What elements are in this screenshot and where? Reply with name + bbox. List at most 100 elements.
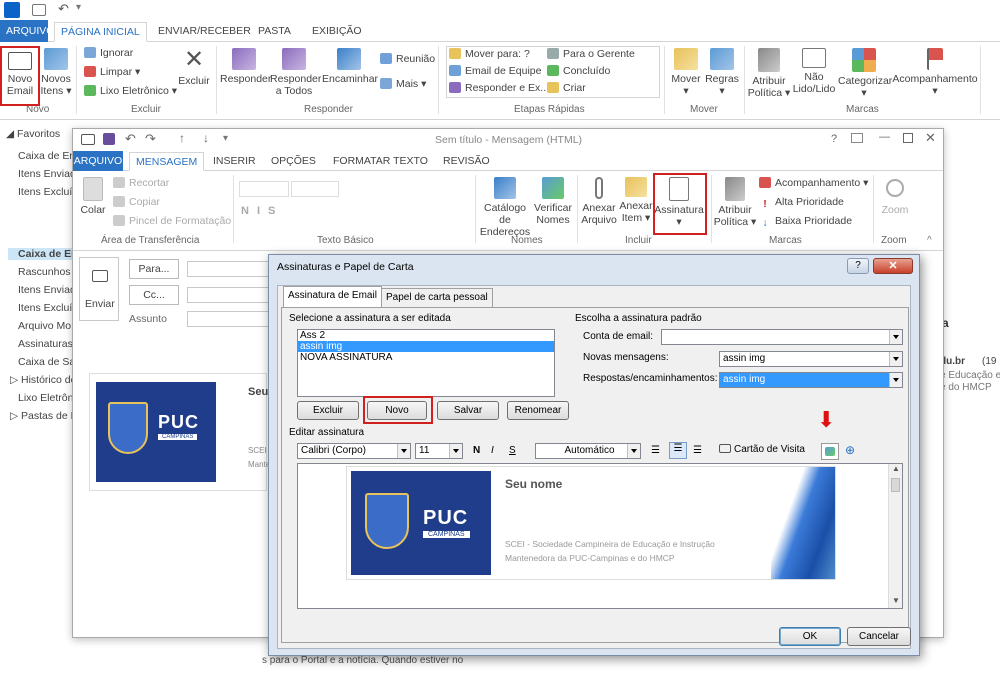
help-button[interactable]: ? (847, 258, 869, 274)
tab-papel-carta[interactable]: Papel de carta pessoal (381, 288, 493, 307)
categorizar-button[interactable]: Categorizar ▾ (838, 48, 892, 99)
catalogo-button[interactable]: Catálogo de Endereços (477, 177, 533, 238)
nav-item[interactable]: Assinaturas (18, 338, 73, 350)
atribuir-politica-button[interactable]: Atribuir Política ▾ (713, 177, 757, 228)
quick-step-email-equipe[interactable]: Email de Equipe (449, 63, 541, 79)
to-field[interactable] (187, 261, 273, 277)
recortar-button[interactable]: Recortar (113, 175, 169, 191)
tab-pagina-inicial[interactable]: PÁGINA INICIAL (54, 22, 147, 42)
undo-icon[interactable]: ↶ (125, 131, 136, 147)
tab-arquivo[interactable]: ARQUIVO (73, 151, 123, 171)
alta-prioridade-button[interactable]: ! Alta Prioridade (759, 194, 844, 210)
format-buttons[interactable]: NIS (241, 205, 283, 217)
signature-editor[interactable]: PUC CAMPINAS Seu nome SCEI - Sociedade C… (297, 463, 903, 609)
nav-item[interactable]: Caixa de Ent (18, 150, 78, 162)
tab-opcoes[interactable]: OPÇÕES (265, 152, 322, 171)
maximize-icon[interactable] (903, 133, 913, 143)
bold-button[interactable]: N (473, 445, 480, 456)
lixo-eletronico-button[interactable]: Lixo Eletrônico ▾ (84, 83, 177, 99)
quick-step-concluido[interactable]: Concluído (547, 63, 610, 79)
editor-scrollbar[interactable]: ▲ ▼ (888, 464, 902, 608)
tab-formatar-texto[interactable]: FORMATAR TEXTO (327, 152, 434, 171)
mover-button[interactable]: Mover ▾ (668, 48, 704, 97)
help-icon[interactable]: ? (831, 133, 837, 145)
pincel-button[interactable]: Pincel de Formatação (113, 213, 231, 229)
favoritos-header[interactable]: ◢ Favoritos (6, 128, 60, 140)
font-combo[interactable] (239, 181, 289, 197)
enviar-button[interactable]: Enviar (79, 257, 119, 321)
align-left-button[interactable]: ☰ (651, 445, 660, 456)
insert-picture-button[interactable] (821, 443, 839, 460)
quick-step-para-gerente[interactable]: Para o Gerente (547, 46, 635, 62)
close-icon[interactable]: ✕ (925, 130, 936, 146)
underline-button[interactable]: S (509, 445, 516, 456)
subject-field[interactable] (187, 311, 273, 327)
nav-item[interactable]: Itens Enviad (18, 168, 76, 180)
novas-select[interactable]: assin img (719, 351, 903, 367)
ignorar-button[interactable]: Ignorar (84, 45, 133, 61)
verificar-nomes-button[interactable]: Verificar Nomes (533, 177, 573, 226)
align-right-button[interactable]: ☰ (693, 445, 702, 456)
nav-item[interactable]: Lixo Eletrôni (18, 392, 76, 404)
respostas-select[interactable]: assin img (719, 372, 903, 388)
tab-arquivo[interactable]: ARQUIVO (0, 20, 54, 42)
conta-select[interactable] (661, 329, 903, 345)
tab-enviar-receber[interactable]: ENVIAR/RECEBER (152, 22, 257, 42)
excluir-button[interactable]: Excluir (297, 401, 359, 420)
nav-item[interactable]: Caixa de Saí (18, 356, 78, 368)
responder-button[interactable]: Responder (220, 48, 271, 85)
para-button[interactable]: Para... (129, 259, 179, 279)
nav-item[interactable]: Itens Enviad (18, 284, 76, 296)
scroll-up-icon[interactable]: ▲ (892, 464, 900, 473)
send-receive-icon[interactable] (32, 4, 46, 16)
quick-step-mover-para[interactable]: Mover para: ? (449, 46, 530, 62)
zoom-button[interactable]: Zoom (875, 177, 915, 216)
save-icon[interactable] (103, 133, 115, 145)
acompanhamento-button[interactable]: Acompanhamento ▾ (759, 175, 868, 191)
qat-dropdown-icon[interactable]: ▾ (76, 2, 81, 13)
hyperlink-button[interactable]: ⊕ (845, 443, 855, 457)
mais-button[interactable]: Mais ▾ (380, 76, 426, 92)
tab-revisao[interactable]: REVISÃO (437, 152, 496, 171)
italic-button[interactable]: I (491, 445, 494, 456)
up-icon[interactable]: ↑ (179, 131, 185, 145)
limpar-button[interactable]: Limpar ▾ (84, 64, 140, 80)
atribuir-politica-button[interactable]: Atribuir Política ▾ (746, 48, 792, 99)
nao-lido-button[interactable]: Não Lido/Lido (792, 48, 836, 95)
signature-item[interactable]: NOVA ASSINATURA (298, 352, 554, 363)
quick-step-responder-excluir[interactable]: Responder e Ex... (449, 80, 549, 96)
size-select[interactable]: 11 (415, 443, 463, 459)
nav-item-selected[interactable]: Caixa de Ent (8, 248, 81, 260)
tab-assinatura-email[interactable]: Assinatura de Email (283, 286, 382, 308)
minimize-icon[interactable]: — (879, 131, 890, 143)
anexar-arquivo-button[interactable]: Anexar Arquivo (579, 177, 619, 226)
scroll-down-icon[interactable]: ▼ (892, 596, 900, 605)
qat-dropdown-icon[interactable]: ▾ (223, 133, 228, 144)
quick-step-criar[interactable]: Criar (547, 80, 586, 96)
colar-button[interactable]: Colar (77, 177, 109, 216)
tab-pasta[interactable]: PASTA (252, 22, 297, 42)
down-icon[interactable]: ↓ (203, 131, 209, 145)
bold-button[interactable]: N (241, 205, 257, 217)
novos-itens-button[interactable]: Novos Itens ▾ (40, 48, 72, 97)
signature-list[interactable]: Ass 2 assin img NOVA ASSINATURA (297, 329, 555, 397)
signature-item[interactable]: Ass 2 (298, 330, 554, 341)
underline-button[interactable]: S (268, 205, 283, 217)
responder-todos-button[interactable]: Responder a Todos (270, 48, 321, 97)
acompanhamento-button[interactable]: Acompanhamento ▾ (892, 48, 978, 97)
redo-icon[interactable]: ↷ (145, 131, 156, 147)
ok-button[interactable]: OK (779, 627, 841, 646)
scroll-thumb[interactable] (891, 478, 900, 492)
encaminhar-button[interactable]: Encaminhar (322, 48, 378, 85)
ribbon-display-icon[interactable] (851, 133, 863, 143)
cancelar-button[interactable]: Cancelar (847, 627, 911, 646)
anexar-item-button[interactable]: Anexar Item ▾ (619, 177, 653, 224)
renomear-button[interactable]: Renomear (507, 401, 569, 420)
reuniao-button[interactable]: Reunião (380, 51, 435, 67)
salvar-button[interactable]: Salvar (437, 401, 499, 420)
tab-exibicao[interactable]: EXIBIÇÃO (306, 22, 368, 42)
italic-button[interactable]: I (257, 205, 268, 217)
nav-item[interactable]: Itens Excluí (18, 186, 72, 198)
tab-mensagem[interactable]: MENSAGEM (129, 152, 205, 171)
dialog-close-button[interactable]: ✕ (873, 258, 913, 274)
